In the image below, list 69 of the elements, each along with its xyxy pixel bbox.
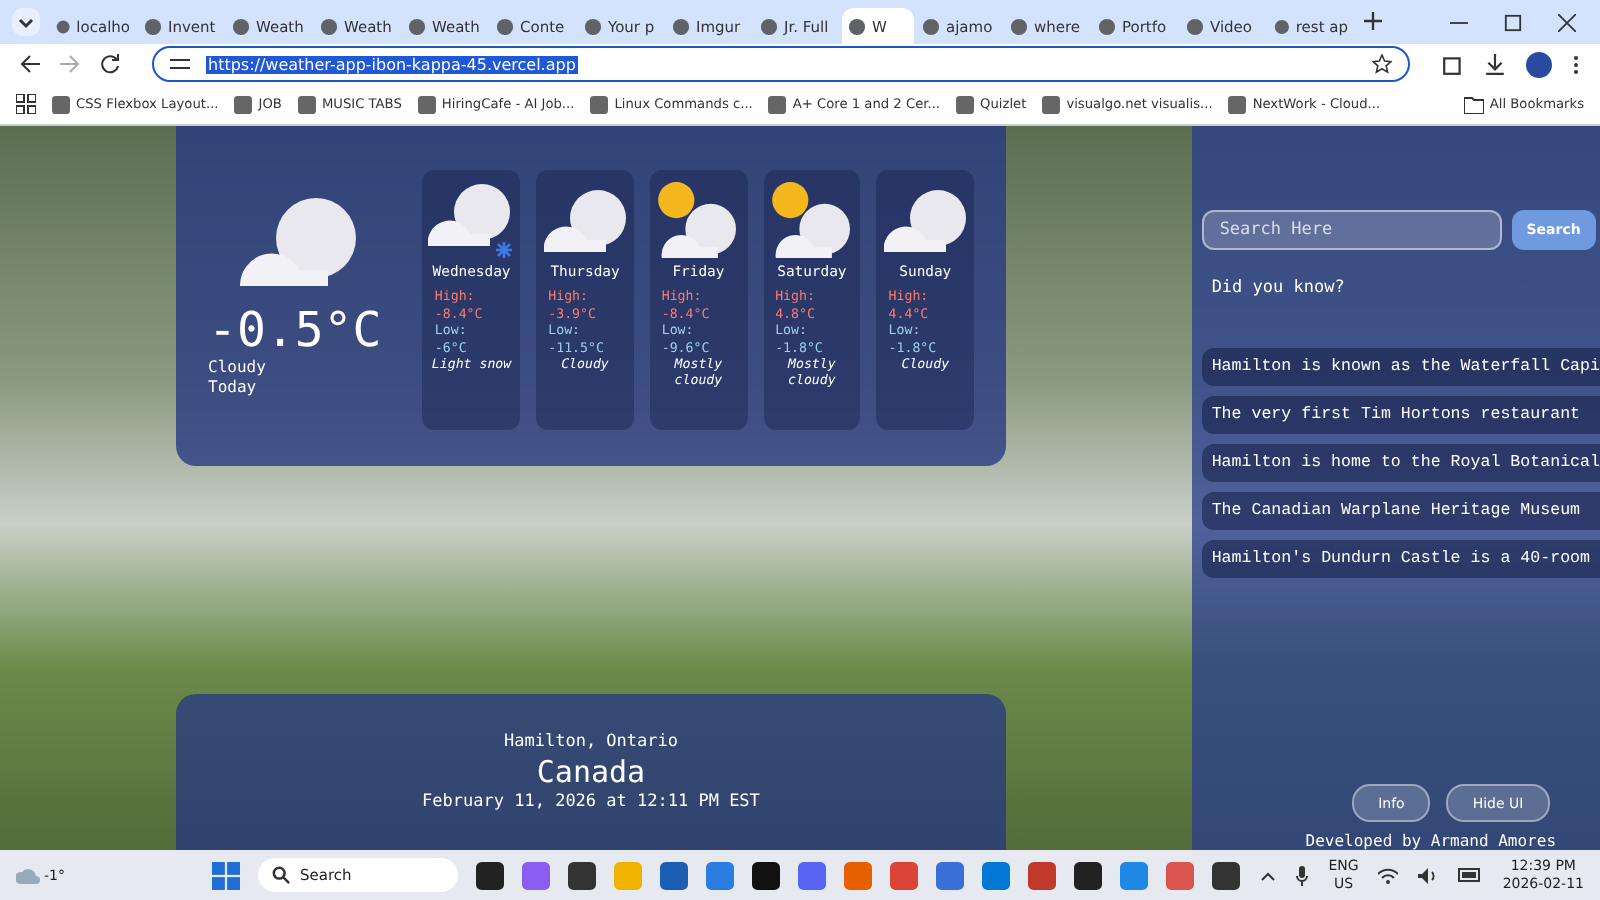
fact-item: The very first Tim Hortons restaurant — [1201, 396, 1600, 434]
favicon-icon — [144, 17, 162, 35]
fact-item: Hamilton's Dundurn Castle is a 40-room — [1201, 540, 1600, 578]
download-icon[interactable] — [1484, 53, 1506, 75]
favicon-icon — [408, 17, 426, 35]
restore-icon[interactable] — [1504, 13, 1522, 31]
sun-cloud-icon — [767, 182, 856, 258]
favicon-icon — [922, 17, 940, 35]
app-icon[interactable] — [1074, 861, 1102, 889]
reload-icon[interactable] — [100, 54, 120, 74]
developer-credit: Developed by Armand Amores — [1303, 832, 1559, 850]
favicon-icon — [320, 17, 338, 35]
folder-icon — [1463, 95, 1484, 113]
favicon-icon — [1186, 17, 1204, 35]
site-settings-icon[interactable] — [170, 56, 190, 72]
favicon-icon — [1098, 17, 1116, 35]
favicon-icon — [848, 17, 866, 35]
favicon-icon — [956, 95, 975, 113]
profile-avatar-icon[interactable] — [1526, 51, 1552, 77]
tab-search-icon[interactable] — [12, 8, 40, 36]
favicon-icon — [672, 17, 690, 35]
back-icon[interactable] — [20, 54, 40, 74]
favicon-icon — [52, 95, 70, 113]
app-icon[interactable] — [476, 861, 504, 889]
favicon-icon — [760, 17, 778, 35]
current-temperature: -0.5°C — [208, 302, 382, 358]
search-icon — [272, 866, 290, 884]
city-name: Hamilton, Ontario — [504, 732, 678, 752]
new-tab-icon[interactable] — [1364, 11, 1382, 33]
cloud-snow-icon — [427, 182, 516, 258]
fact-item: Hamilton is known as the Waterfall Capi — [1201, 348, 1600, 386]
country-name: Canada — [536, 754, 646, 790]
current-day: Today — [208, 378, 257, 398]
close-icon[interactable] — [1558, 13, 1576, 31]
fact-item: The Canadian Warplane Heritage Museum — [1201, 492, 1600, 530]
favicon-icon — [590, 95, 609, 113]
favicon-icon — [232, 17, 250, 35]
date-time: February 11, 2026 at 12:11 PM EST — [422, 792, 760, 812]
favicon-icon — [1042, 95, 1061, 113]
favicon-icon — [1228, 95, 1247, 113]
more-menu-icon[interactable] — [1572, 53, 1580, 75]
favicon-icon — [584, 17, 602, 35]
favicon-icon — [234, 95, 253, 113]
current-condition: Cloudy — [208, 358, 266, 378]
address-bar[interactable]: https://weather-app-ibon-kappa-45.vercel.app — [152, 46, 1410, 82]
app-icon[interactable] — [568, 861, 596, 889]
favicon-icon — [56, 17, 71, 35]
favicon-icon — [1274, 17, 1290, 35]
app-icon[interactable] — [1212, 861, 1240, 889]
facts-heading: Did you know? — [1211, 278, 1347, 298]
start-icon[interactable] — [212, 861, 240, 889]
app-icon[interactable] — [752, 861, 780, 889]
cloud-icon — [16, 866, 40, 884]
speaker-icon[interactable] — [1418, 867, 1439, 883]
extensions-icon[interactable] — [1442, 53, 1464, 75]
favicon-icon — [297, 95, 316, 113]
favicon-icon — [496, 17, 514, 35]
chevron-up-icon[interactable] — [1260, 869, 1277, 881]
cloud-icon — [236, 194, 360, 286]
apps-grid-icon[interactable] — [16, 94, 36, 114]
microphone-icon[interactable] — [1296, 865, 1309, 885]
favicon-icon — [417, 95, 436, 113]
wifi-icon[interactable] — [1378, 867, 1399, 883]
favicon-icon — [768, 95, 787, 113]
fact-item: Hamilton is home to the Royal Botanical — [1201, 444, 1600, 482]
bookmark-star-icon[interactable] — [1372, 54, 1392, 74]
search-field[interactable]: Search Here — [1201, 210, 1502, 250]
battery-icon[interactable] — [1458, 868, 1483, 882]
favicon-icon — [1010, 17, 1028, 35]
